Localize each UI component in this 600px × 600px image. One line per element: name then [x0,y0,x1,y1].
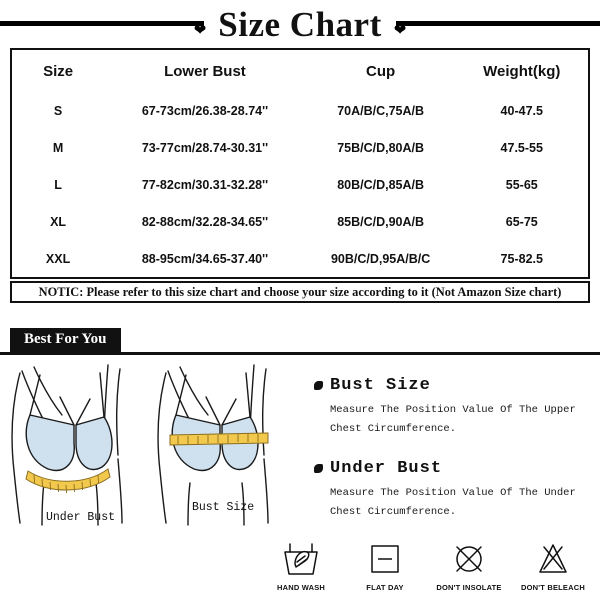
instructions-panel: Bust Size Measure The Position Value Of … [300,363,600,543]
cell-cup: 75B/C/D,80A/B [337,140,425,155]
care-item-dont-bleach: DON'T BELEACH [514,538,592,592]
cell-size: XXL [45,251,71,266]
cell-cup: 85B/C/D,90A/B [337,214,425,229]
notice-container: NOTIC: Please refer to this size chart a… [10,281,590,303]
cell-lower-bust: 67-73cm/26.38-28.74'' [141,103,269,118]
cell-weight: 65-75 [505,214,538,229]
title-rule-right: ❤ [393,13,600,39]
instruction-under-bust: Under Bust Measure The Position Value Of… [314,460,590,523]
cell-lower-bust: 73-77cm/28.74-30.31'' [141,140,269,155]
instruction-line: Measure The Position Value Of The Upper [330,404,576,416]
heart-icon: ❤ [193,22,207,39]
cell-size: L [54,177,62,192]
page-title: Size Chart [218,4,382,44]
cell-lower-bust: 88-95cm/34.65-37.40'' [141,251,269,266]
illustration-panel: Under Bust Bust Size [0,363,300,543]
table-row: M 73-77cm/28.74-30.31'' 75B/C/D,80A/B 47… [12,129,588,166]
care-label: FLAT DAY [366,583,404,592]
table-row: L 77-82cm/30.31-32.28'' 80B/C/D,85A/B 55… [12,166,588,203]
measuring-tape-bust-size [169,432,269,446]
instruction-heading: Bust Size [314,377,590,394]
cell-weight: 75-82.5 [500,251,543,266]
notice-text: NOTIC: Please refer to this size chart a… [38,284,562,299]
cell-size: XL [50,214,67,229]
illustration-label-under-bust: Under Bust [46,511,116,524]
measurement-guide: Under Bust Bust Size Bust Size Measure T… [0,355,600,543]
column-header-size: Size [43,62,74,80]
bullet-icon [314,381,323,390]
size-chart-table: Size Lower Bust Cup Weight(kg) S 67-73cm… [12,50,588,277]
bullet-icon [314,463,323,473]
instruction-title: Under Bust [330,458,443,478]
care-item-flat-dry: FLAT DAY [346,538,424,592]
heart-icon: ❤ [393,22,407,39]
size-chart-table-container: Size Lower Bust Cup Weight(kg) S 67-73cm… [10,48,590,279]
cell-weight: 55-65 [505,177,538,192]
table-header-row: Size Lower Bust Cup Weight(kg) [12,50,588,92]
hand-wash-icon [281,538,321,578]
instruction-line: Chest Circumference. [330,423,457,436]
cell-cup: 80B/C/D,85A/B [337,177,425,192]
cell-weight: 40-47.5 [500,103,543,118]
cell-lower-bust: 82-88cm/32.28-34.65'' [141,214,269,229]
instruction-body: Measure The Position Value Of The Upper … [314,401,590,440]
cell-cup: 70A/B/C,75A/B [337,103,425,118]
instruction-line: Chest Circumference. [330,506,457,519]
instruction-line: Measure The Position Value Of The Under [330,486,576,499]
column-header-weight: Weight(kg) [483,62,561,80]
best-for-you-section-header: Best For You [0,325,600,355]
instruction-body: Measure The Position Value Of The Under … [314,484,590,523]
instruction-bust-size: Bust Size Measure The Position Value Of … [314,377,590,440]
care-label: DON'T INSOLATE [436,583,502,592]
care-label: HAND WASH [276,583,326,592]
measuring-tape-under-bust [25,468,111,494]
care-item-hand-wash: HAND WASH [262,538,340,592]
title-rule-left-line [0,21,205,26]
cell-cup: 90B/C/D,95A/B/C [330,251,431,266]
section-divider [0,352,600,355]
instruction-heading: Under Bust [314,460,590,477]
cell-size: M [52,140,64,155]
table-row: XXL 88-95cm/34.65-37.40'' 90B/C/D,95A/B/… [12,240,588,277]
care-instructions-row: HAND WASH FLAT DAY DON'T INSOLATE DON'T … [262,538,592,592]
care-item-dont-insolate: DON'T INSOLATE [430,538,508,592]
table-row: S 67-73cm/26.38-28.74'' 70A/B/C,75A/B 40… [12,92,588,129]
column-header-cup: Cup [366,62,396,80]
title-rule-left: ❤ [0,13,207,39]
flat-dry-icon [365,538,405,578]
bust-measurement-illustration [11,364,269,526]
table-row: XL 82-88cm/32.28-34.65'' 85B/C/D,90A/B 6… [12,203,588,240]
no-bleach-icon [533,538,573,578]
page-title-bar: ❤ Size Chart ❤ [0,0,600,48]
illustration-label-bust-size: Bust Size [192,501,255,514]
cell-size: S [53,103,63,118]
no-tumble-dry-icon [449,538,489,578]
care-label: DON'T BELEACH [521,583,585,592]
cell-weight: 47.5-55 [500,140,543,155]
column-header-lower-bust: Lower Bust [164,62,246,80]
cell-lower-bust: 77-82cm/30.31-32.28'' [141,177,269,192]
section-title: Best For You [10,328,121,352]
instruction-title: Bust Size [330,376,431,395]
title-rule-right-line [395,21,600,26]
